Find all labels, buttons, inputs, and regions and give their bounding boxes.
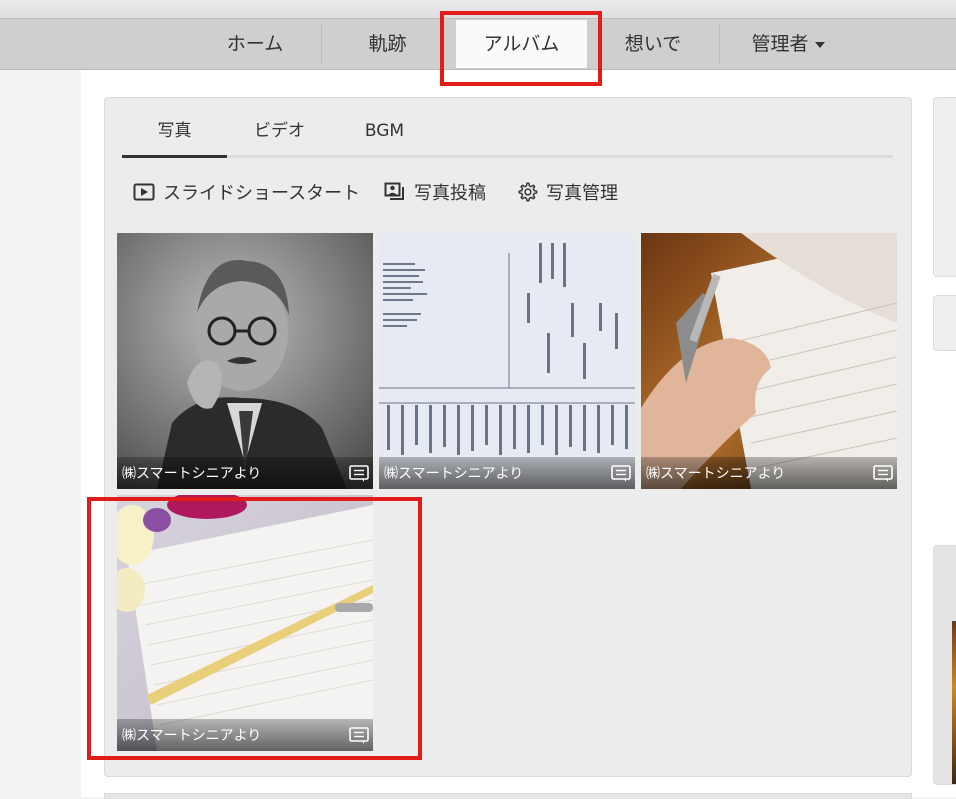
main-navbar: ホーム 軌跡 アルバム 想いで 管理者 <box>0 18 956 70</box>
side-card <box>933 97 956 277</box>
tab-bgm[interactable]: BGM <box>332 110 437 155</box>
photo-thumbnail[interactable]: ㈱スマートシニアより <box>117 495 373 751</box>
side-card-thumbnail <box>952 621 956 784</box>
tab-photos[interactable]: 写真 <box>122 110 227 158</box>
photo-caption-bar: ㈱スマートシニアより <box>117 457 373 489</box>
photo-caption-bar: ㈱スマートシニアより <box>641 457 897 489</box>
play-square-icon <box>133 183 155 201</box>
slideshow-start-button[interactable]: スライドショースタート <box>133 180 360 208</box>
nav-memories[interactable]: 想いで <box>598 19 708 69</box>
comment-icon[interactable] <box>349 465 369 483</box>
family-tree-photo <box>379 233 635 489</box>
comment-icon[interactable] <box>349 727 369 745</box>
photo-upload-icon <box>384 182 404 200</box>
tab-videos[interactable]: ビデオ <box>227 110 332 155</box>
caret-down-icon <box>814 41 825 48</box>
photo-upload-button[interactable]: 写真投稿 <box>384 180 486 208</box>
nav-divider <box>321 25 322 63</box>
photo-manage-button[interactable]: 写真管理 <box>516 180 618 208</box>
photo-manage-label: 写真管理 <box>546 183 618 204</box>
browser-top-strip <box>0 0 956 18</box>
nav-history[interactable]: 軌跡 <box>330 19 445 69</box>
photo-caption: ㈱スマートシニアより <box>122 466 262 482</box>
media-tabs: 写真 ビデオ BGM <box>122 110 893 158</box>
notebook-flowers-photo <box>117 495 373 751</box>
photo-caption: ㈱スマートシニアより <box>122 728 262 744</box>
comment-icon[interactable] <box>873 465 893 483</box>
nav-admin-dropdown[interactable]: 管理者 <box>728 19 848 69</box>
photo-upload-label: 写真投稿 <box>414 183 486 204</box>
next-panel-edge <box>104 793 912 799</box>
handwriting-photo <box>641 233 897 489</box>
photo-thumbnail[interactable]: ㈱スマートシニアより <box>117 233 373 489</box>
nav-admin-label: 管理者 <box>751 33 809 55</box>
photo-thumbnail[interactable]: ㈱スマートシニアより <box>641 233 897 489</box>
side-card-image <box>933 545 956 785</box>
slideshow-start-label: スライドショースタート <box>163 183 361 204</box>
gear-icon <box>518 182 538 202</box>
nav-divider <box>719 25 720 63</box>
photo-caption: ㈱スマートシニアより <box>646 466 786 482</box>
photo-caption-bar: ㈱スマートシニアより <box>117 719 373 751</box>
photo-thumbnail[interactable]: ㈱スマートシニアより <box>379 233 635 489</box>
nav-home[interactable]: ホーム <box>200 19 310 69</box>
portrait-photo <box>117 233 373 489</box>
comment-icon[interactable] <box>611 465 631 483</box>
side-card <box>933 295 956 351</box>
nav-album[interactable]: アルバム <box>456 20 587 68</box>
photo-caption-bar: ㈱スマートシニアより <box>379 457 635 489</box>
photo-caption: ㈱スマートシニアより <box>384 466 524 482</box>
